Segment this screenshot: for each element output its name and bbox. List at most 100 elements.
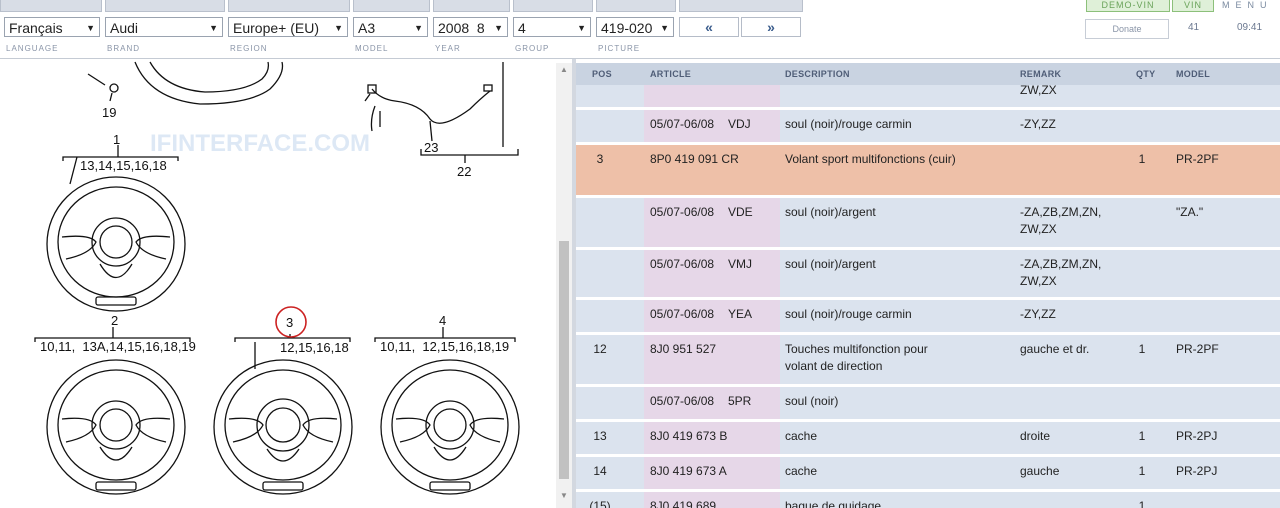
row-qty: 1 <box>1138 464 1146 478</box>
row-remark: -ZY,ZZ <box>1020 307 1056 321</box>
steering-wheel-diagram[interactable]: IFINTERFACE.COM 19 23 22 1 13,14,15,16,1… <box>0 59 556 508</box>
top-tab-3[interactable] <box>228 0 350 12</box>
next-picture-button[interactable]: » <box>741 17 801 37</box>
year-select[interactable]: 2008 8 ▼ <box>433 17 508 37</box>
header-description[interactable]: DESCRIPTION <box>785 69 850 79</box>
table-row[interactable]: 05/07-06/08 VDJ soul (noir)/rouge carmin -Z… <box>576 110 1280 145</box>
scroll-up-icon[interactable]: ▲ <box>560 65 568 74</box>
picture-value: 419-020 <box>601 20 653 36</box>
row-article: 05/07-06/08 <box>650 394 715 408</box>
row-description: soul (noir)/rouge carmin <box>785 117 912 131</box>
demo-vin-button[interactable]: DEMO-VIN <box>1086 0 1170 12</box>
row-article: 05/07-06/08 <box>650 307 715 321</box>
row-remark: -ZY,ZZ <box>1020 117 1056 131</box>
row-pos: 13 <box>593 429 607 443</box>
table-row[interactable]: 05/07-06/08 VDE soul (noir)/argent -ZA,ZB,Z… <box>576 198 1280 250</box>
row-variant: 5PR <box>728 394 752 408</box>
picture-select[interactable]: 419-020 ▼ <box>596 17 674 37</box>
parts-table: POS ARTICLE DESCRIPTION REMARK QTY MODEL… <box>576 63 1280 508</box>
row-article: 05/07-06/08 <box>650 257 715 271</box>
watermark: IFINTERFACE.COM <box>150 130 370 157</box>
header-remark[interactable]: REMARK <box>1020 69 1061 79</box>
top-tab-1[interactable] <box>0 0 102 12</box>
previous-picture-button[interactable]: « <box>679 17 739 37</box>
picture-caption: PICTURE <box>598 44 641 53</box>
header-article[interactable]: ARTICLE <box>650 69 691 79</box>
table-row[interactable]: ZW,ZX <box>576 83 1280 110</box>
item-counter: 41 <box>1188 22 1200 33</box>
header-pos[interactable]: POS <box>592 69 612 79</box>
row-model: "ZA." <box>1176 205 1204 219</box>
region-select[interactable]: Europe+ (EU) ▼ <box>228 17 348 37</box>
language-caption: LANGUAGE <box>6 44 59 53</box>
parts-table-header: POS ARTICLE DESCRIPTION REMARK QTY MODEL <box>576 63 1280 85</box>
menu-button[interactable]: MENU <box>1222 0 1280 11</box>
callout-23[interactable]: 23 <box>424 140 438 155</box>
row-description: Touches multifonction pour volant de dir… <box>785 342 928 373</box>
chevron-down-icon: ▼ <box>577 23 586 33</box>
table-row[interactable]: 05/07-06/08 5PR soul (noir) <box>576 387 1280 422</box>
row-article: 05/07-06/08 <box>650 117 715 131</box>
row-description: cache <box>785 464 818 478</box>
table-row[interactable]: 13 8J0 419 673 B cache droite 1 PR-2PJ <box>576 422 1280 457</box>
parts-diagram-panel: IFINTERFACE.COM 19 23 22 1 13,14,15,16,1… <box>0 59 556 508</box>
row-variant: VDJ <box>728 117 751 131</box>
top-tab-6[interactable] <box>513 0 593 12</box>
row-description: soul (noir)/rouge carmin <box>785 307 912 321</box>
row-qty: 1 <box>1138 152 1146 166</box>
top-tab-8[interactable] <box>679 0 803 12</box>
row-variant: YEA <box>728 307 753 321</box>
top-tab-7[interactable] <box>596 0 676 12</box>
diagram-scrollbar[interactable]: ▲ ▼ <box>556 63 572 508</box>
header-qty[interactable]: QTY <box>1136 69 1155 79</box>
row-model: PR-2PJ <box>1176 429 1218 443</box>
row-description: cache <box>785 429 818 443</box>
language-select[interactable]: Français ▼ <box>4 17 100 37</box>
row-pos: 14 <box>593 464 607 478</box>
group-caption: GROUP <box>515 44 550 53</box>
row-qty: 1 <box>1138 429 1146 443</box>
top-tab-5[interactable] <box>433 0 510 12</box>
row-variant: VDE <box>728 205 753 219</box>
header-model[interactable]: MODEL <box>1176 69 1210 79</box>
callout-2[interactable]: 2 <box>111 313 118 328</box>
callout-2-subparts: 10,11, 13A,14,15,16,18,19 <box>40 339 196 354</box>
row-pos: 12 <box>593 342 607 356</box>
table-row[interactable]: 3 8P0 419 091 CR Volant sport multifonctio… <box>576 145 1280 198</box>
language-value: Français <box>9 20 63 36</box>
table-row[interactable]: 12 8J0 951 527 Touches multifonction pour … <box>576 335 1280 387</box>
row-pos: (15) <box>589 499 611 508</box>
scroll-down-icon[interactable]: ▼ <box>560 491 568 500</box>
top-tab-4[interactable] <box>353 0 430 12</box>
chevron-down-icon: ▼ <box>660 23 669 33</box>
row-remark: gauche <box>1020 464 1060 478</box>
callout-22[interactable]: 22 <box>457 164 471 179</box>
row-description: soul (noir) <box>785 394 839 408</box>
model-select[interactable]: A3 ▼ <box>353 17 428 37</box>
table-row[interactable]: 05/07-06/08 YEA soul (noir)/rouge carmin -Z… <box>576 300 1280 335</box>
table-row[interactable]: 14 8J0 419 673 A cache gauche 1 PR-2PJ <box>576 457 1280 492</box>
callout-1[interactable]: 1 <box>113 132 120 147</box>
row-model: PR-2PF <box>1176 152 1219 166</box>
row-remark: -ZA,ZB,ZM,ZN, ZW,ZX <box>1020 257 1102 288</box>
row-article: 8P0 419 091 CR <box>650 152 739 166</box>
row-article: 8J0 419 673 B <box>650 429 728 443</box>
donate-button[interactable]: Donate <box>1085 19 1169 39</box>
callout-3[interactable]: 3 <box>286 315 293 330</box>
row-article: 8J0 419 673 A <box>650 464 727 478</box>
vin-button[interactable]: VIN <box>1172 0 1214 12</box>
brand-select[interactable]: Audi ▼ <box>105 17 223 37</box>
callout-19[interactable]: 19 <box>102 105 116 120</box>
row-article: 05/07-06/08 <box>650 205 715 219</box>
scrollbar-thumb[interactable] <box>559 241 569 479</box>
row-article: 8J0 419 689 <box>650 499 717 508</box>
year-caption: YEAR <box>435 44 461 53</box>
table-row[interactable]: 05/07-06/08 VMJ soul (noir)/argent -ZA,ZB,Z… <box>576 250 1280 300</box>
callout-4[interactable]: 4 <box>439 313 446 328</box>
chevron-down-icon: ▼ <box>334 23 343 33</box>
year-value: 2008 8 <box>438 20 485 36</box>
group-select[interactable]: 4 ▼ <box>513 17 591 37</box>
top-tab-2[interactable] <box>105 0 225 12</box>
row-description: Volant sport multifonctions (cuir) <box>785 152 956 166</box>
table-row[interactable]: (15) 8J0 419 689 bague de guidage 1 <box>576 492 1280 508</box>
